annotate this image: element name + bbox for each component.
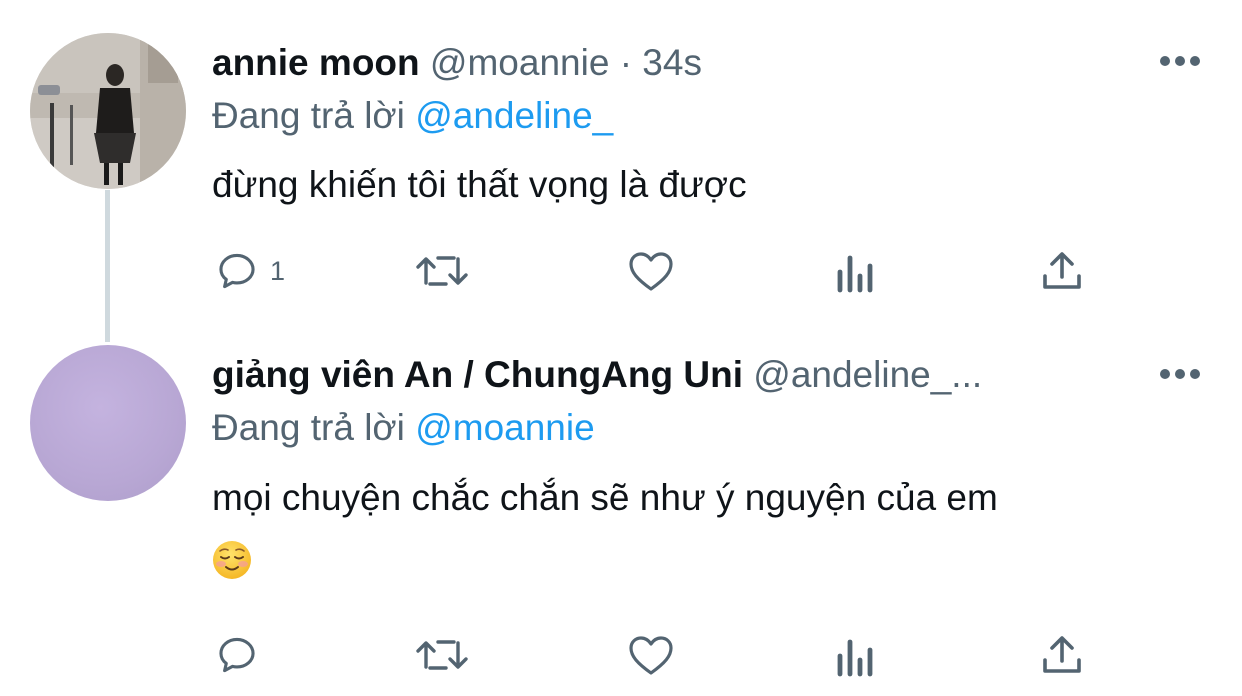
more-icon[interactable] [1160, 56, 1200, 68]
tweet-header: annie moon @moannie · 34s [212, 41, 702, 85]
replying-to: Đang trả lời @andeline_ [212, 94, 613, 138]
share-icon [1043, 636, 1081, 673]
like-icon [629, 636, 673, 675]
user-handle[interactable]: @andeline_... [753, 354, 982, 395]
avatar[interactable] [30, 33, 186, 189]
reply-button[interactable] [214, 631, 270, 679]
timestamp[interactable]: · 34s [620, 42, 702, 83]
replying-mention-link[interactable]: @andeline_ [415, 95, 613, 136]
replying-to: Đang trả lời @moannie [212, 406, 595, 450]
retweet-button[interactable] [414, 247, 470, 295]
share-button[interactable] [1040, 631, 1084, 679]
tweet-text: mọi chuyện chắc chắn sẽ như ý nguyện của… [212, 477, 998, 518]
relieved-smiling-face-icon [213, 541, 251, 579]
reply-icon [219, 253, 255, 289]
replying-label: Đang trả lời [212, 407, 405, 448]
avatar[interactable] [30, 345, 186, 501]
like-icon [629, 252, 673, 291]
reply-icon [219, 637, 255, 673]
reply-count: 1 [270, 255, 286, 286]
share-icon [1043, 252, 1081, 289]
tweet-text: đừng khiến tôi thất vọng là được [212, 164, 747, 205]
analytics-icon [837, 639, 873, 677]
analytics-icon [837, 255, 873, 293]
display-name[interactable]: giảng viên An / ChungAng Uni [212, 354, 743, 395]
user-handle[interactable]: @moannie [430, 42, 610, 83]
replying-label: Đang trả lời [212, 95, 405, 136]
reply-button[interactable]: 1 [214, 247, 285, 295]
retweet-icon [416, 640, 468, 670]
retweet-button[interactable] [414, 631, 470, 679]
analytics-button[interactable] [836, 249, 876, 297]
like-button[interactable] [627, 247, 675, 295]
like-button[interactable] [627, 631, 675, 679]
avatar-photo [30, 33, 186, 189]
retweet-icon [416, 256, 468, 286]
replying-mention-link[interactable]: @moannie [415, 407, 595, 448]
analytics-button[interactable] [836, 633, 876, 681]
thread-connector-line [105, 190, 110, 342]
share-button[interactable] [1040, 247, 1084, 295]
tweet-header: giảng viên An / ChungAng Uni @andeline_.… [212, 353, 982, 397]
more-icon[interactable] [1160, 369, 1200, 381]
display-name[interactable]: annie moon [212, 42, 420, 83]
